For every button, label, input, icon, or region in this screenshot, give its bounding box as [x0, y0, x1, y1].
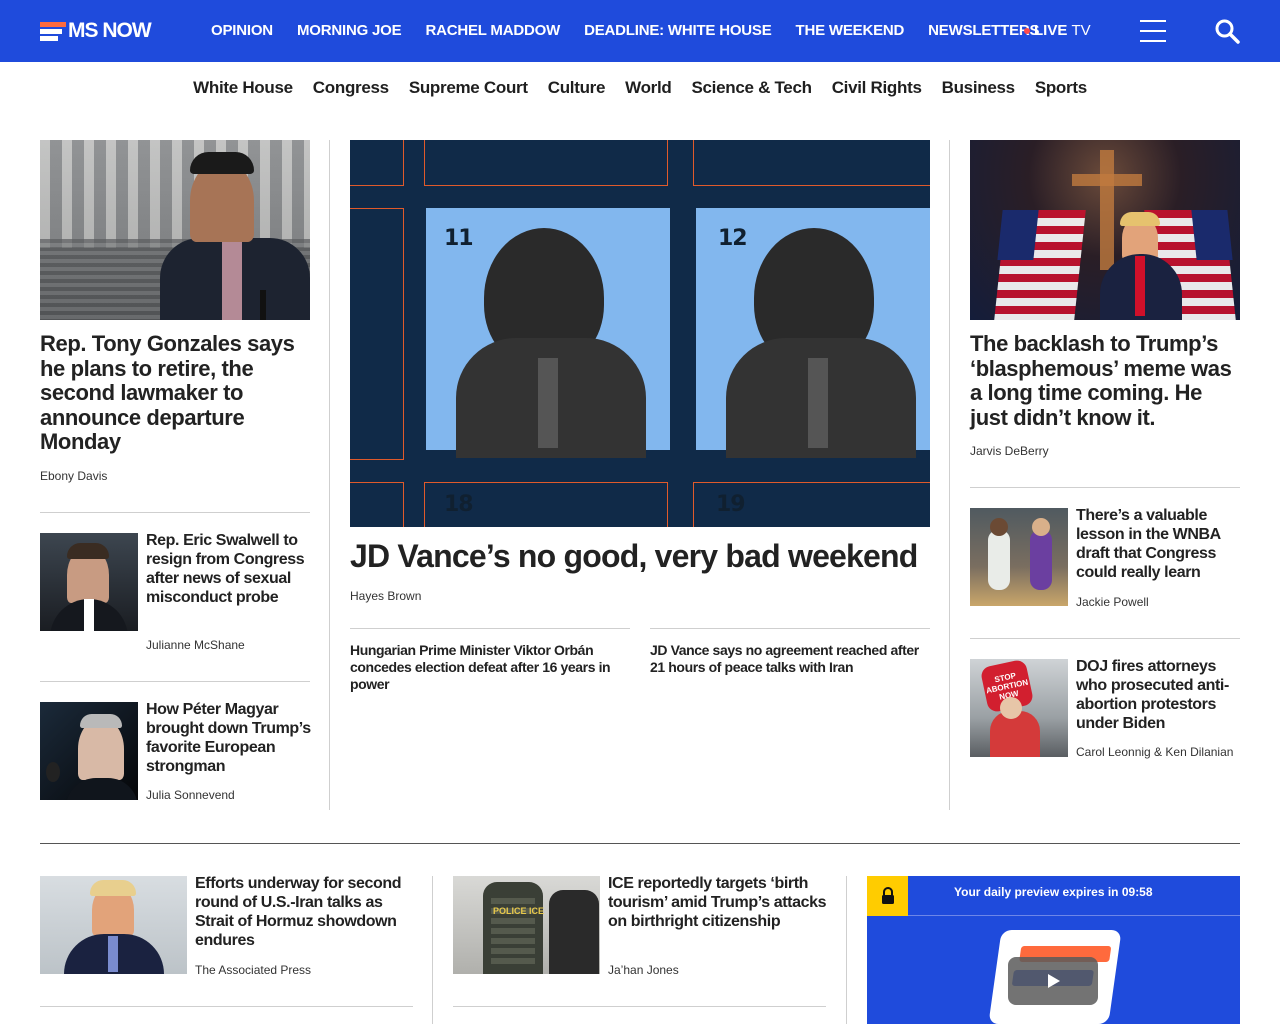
- section-civil-rights[interactable]: Civil Rights: [832, 78, 922, 98]
- orban-related-headline[interactable]: Hungarian Prime Minister Viktor Orbán co…: [350, 642, 630, 693]
- live-suffix: TV: [1071, 22, 1091, 39]
- art-number-12: 12: [718, 226, 748, 251]
- search-icon[interactable]: [1214, 18, 1240, 44]
- nav-newsletters[interactable]: NEWSLETTERS: [928, 22, 1039, 39]
- play-icon[interactable]: [1008, 957, 1098, 1005]
- top-nav-links: OPINION MORNING JOE RACHEL MADDOW DEADLI…: [211, 22, 1040, 39]
- divider: [40, 681, 310, 682]
- live-dot-icon: [1024, 27, 1030, 34]
- preview-countdown-text: Your daily preview expires in 09:58: [954, 885, 1153, 899]
- column-divider: [329, 140, 330, 810]
- vance-byline: Hayes Brown: [350, 589, 422, 603]
- iran-talks-related-headline[interactable]: JD Vance says no agreement reached after…: [650, 642, 930, 676]
- divider: [970, 638, 1240, 639]
- section-supreme-court[interactable]: Supreme Court: [409, 78, 528, 98]
- column-divider: [432, 876, 433, 1024]
- wnba-headline[interactable]: There’s a valuable lesson in the WNBA dr…: [1076, 506, 1242, 582]
- divider: [970, 487, 1240, 488]
- section-white-house[interactable]: White House: [193, 78, 293, 98]
- section-nav: White House Congress Supreme Court Cultu…: [0, 78, 1280, 98]
- section-business[interactable]: Business: [942, 78, 1015, 98]
- art-number-18: 18: [444, 492, 474, 517]
- divider: [40, 1006, 413, 1007]
- site-logo[interactable]: MS NOW: [40, 18, 152, 44]
- iran-talks-headline[interactable]: Efforts underway for second round of U.S…: [195, 874, 415, 950]
- hamburger-icon[interactable]: [1140, 20, 1166, 42]
- lock-icon: [867, 876, 908, 916]
- section-science-tech[interactable]: Science & Tech: [691, 78, 812, 98]
- ice-byline: Ja’han Jones: [608, 963, 679, 977]
- swalwell-byline: Julianne McShane: [146, 638, 245, 652]
- trump-church-photo[interactable]: [970, 140, 1240, 320]
- gonzales-photo[interactable]: [40, 140, 310, 320]
- gonzales-byline: Ebony Davis: [40, 469, 108, 483]
- art-number-11: 11: [444, 226, 474, 251]
- divider: [453, 1006, 826, 1007]
- trump-meme-byline: Jarvis DeBerry: [970, 444, 1049, 458]
- section-congress[interactable]: Congress: [313, 78, 389, 98]
- doj-byline: Carol Leonnig & Ken Dilanian: [1076, 745, 1234, 759]
- swalwell-headline[interactable]: Rep. Eric Swalwell to resign from Congre…: [146, 531, 312, 607]
- police-vest-text: POLICE ICE: [493, 906, 545, 916]
- live-tv-link[interactable]: LIVE TV: [1024, 22, 1091, 39]
- wnba-photo[interactable]: [970, 508, 1068, 606]
- live-label: LIVE: [1034, 22, 1068, 39]
- live-preview-player[interactable]: Your daily preview expires in 09:58: [867, 876, 1240, 1024]
- vance-headline[interactable]: JD Vance’s no good, very bad weekend: [350, 538, 930, 574]
- doj-protest-photo[interactable]: STOP ABORTION NOW: [970, 659, 1068, 757]
- vance-art-image[interactable]: 11 12 18 19: [350, 140, 930, 527]
- top-navigation-bar: MS NOW OPINION MORNING JOE RACHEL MADDOW…: [0, 0, 1280, 62]
- divider: [350, 628, 630, 629]
- preview-bar: Your daily preview expires in 09:58: [867, 876, 1240, 916]
- nav-opinion[interactable]: OPINION: [211, 22, 273, 39]
- doj-headline[interactable]: DOJ fires attorneys who prosecuted anti-…: [1076, 657, 1242, 733]
- trump-iran-photo[interactable]: [40, 876, 187, 974]
- gonzales-headline[interactable]: Rep. Tony Gonzales says he plans to reti…: [40, 331, 310, 455]
- nav-morning-joe[interactable]: MORNING JOE: [297, 22, 402, 39]
- art-number-19: 19: [716, 492, 746, 517]
- section-divider: [40, 843, 1240, 844]
- ice-police-photo[interactable]: POLICE ICE: [453, 876, 600, 974]
- swalwell-photo[interactable]: [40, 533, 138, 631]
- divider: [40, 512, 310, 513]
- section-sports[interactable]: Sports: [1035, 78, 1087, 98]
- ice-headline[interactable]: ICE reportedly targets ‘birth tourism’ a…: [608, 874, 830, 931]
- magyar-byline: Julia Sonnevend: [146, 788, 235, 802]
- trump-meme-headline[interactable]: The backlash to Trump’s ‘blasphemous’ me…: [970, 331, 1242, 430]
- nav-the-weekend[interactable]: THE WEEKEND: [796, 22, 905, 39]
- logo-mark-icon: [40, 20, 66, 42]
- nav-rachel-maddow[interactable]: RACHEL MADDOW: [425, 22, 560, 39]
- wnba-byline: Jackie Powell: [1076, 595, 1149, 609]
- section-culture[interactable]: Culture: [548, 78, 606, 98]
- iran-talks-byline: The Associated Press: [195, 963, 312, 977]
- orban-photo[interactable]: [40, 702, 138, 800]
- divider: [650, 628, 930, 629]
- logo-text: MS NOW: [68, 19, 152, 42]
- magyar-headline[interactable]: How Péter Magyar brought down Trump’s fa…: [146, 700, 312, 776]
- section-world[interactable]: World: [625, 78, 672, 98]
- nav-deadline-white-house[interactable]: DEADLINE: WHITE HOUSE: [584, 22, 772, 39]
- column-divider: [846, 876, 847, 1024]
- column-divider: [949, 140, 950, 810]
